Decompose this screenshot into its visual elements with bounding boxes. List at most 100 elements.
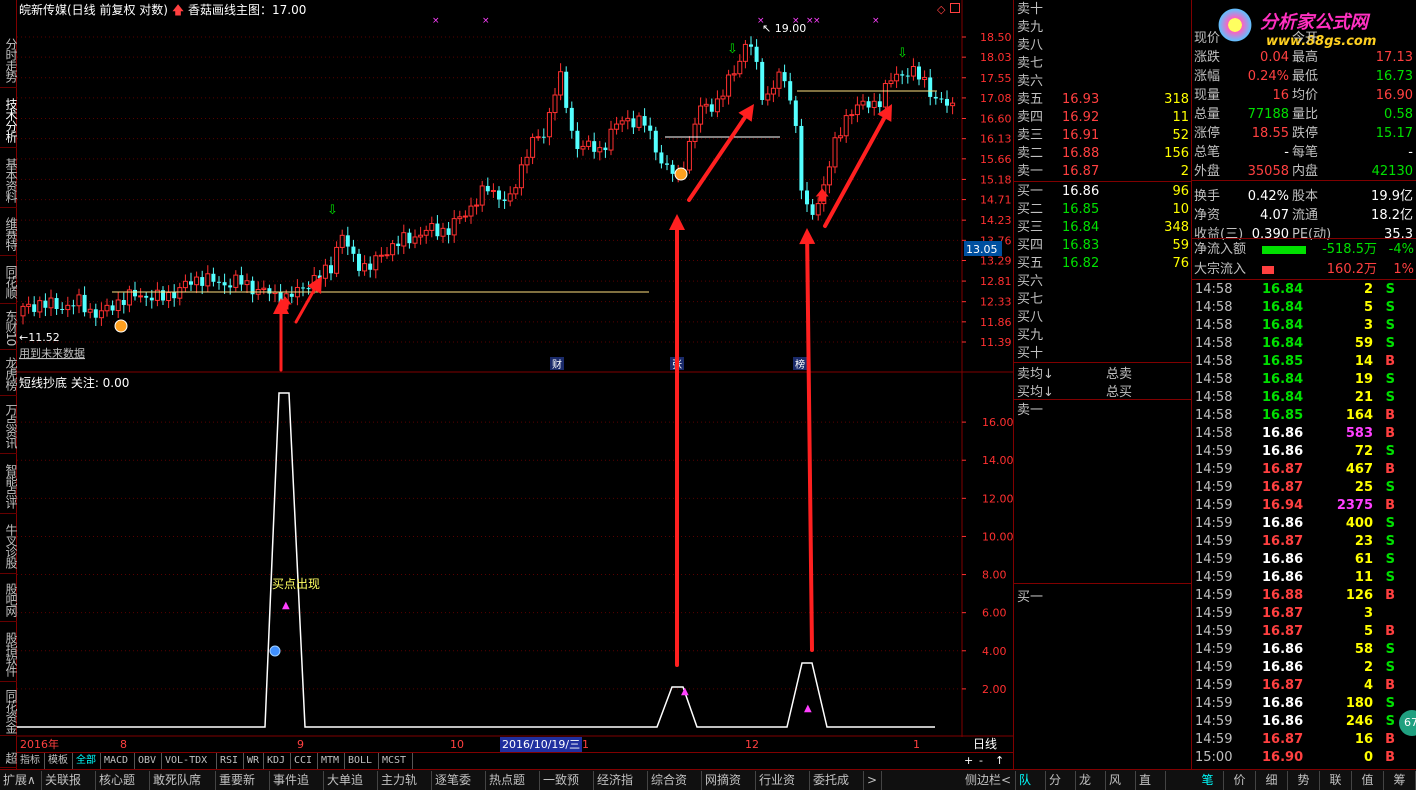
func-tab-7[interactable]: 主力轨迹	[378, 771, 432, 790]
tick-volume: 2	[1363, 282, 1373, 297]
left-tab-12[interactable]: 同花资金	[0, 686, 17, 736]
level-volume: 96	[1172, 184, 1189, 199]
tick-tab-0[interactable]: 笔	[1192, 771, 1224, 790]
func-tab-13[interactable]: 网摘资讯	[702, 771, 756, 790]
kline-chart[interactable]: 18.50 18.03 17.55 17.08 16.60 16.13 15.66 15.18…	[17, 0, 1013, 737]
indicator-tab-12[interactable]: MCST	[379, 753, 413, 769]
left-tab-6[interactable]: 龙虎榜	[0, 352, 17, 396]
left-tab-7[interactable]: 万点资讯	[0, 398, 17, 454]
level-price: 16.84	[1062, 220, 1100, 235]
func-tab-15[interactable]: 委托成交	[810, 771, 864, 790]
indicator-tab-3[interactable]: MACD	[101, 753, 135, 769]
tick-row: 14:58 16.85 164 B	[1192, 407, 1416, 425]
func-tab-11[interactable]: 经济指标	[594, 771, 648, 790]
candle-body	[810, 204, 815, 215]
candle-body	[866, 101, 871, 108]
left-tab-11[interactable]: 股指软件	[0, 626, 17, 682]
level-label: 买一	[1017, 184, 1044, 199]
quote-value: 19.9亿	[1371, 189, 1413, 204]
indicator-tab-5[interactable]: VOL-TDX	[162, 753, 217, 769]
func-tab-12[interactable]: 综合资讯	[648, 771, 702, 790]
quote-label: 换手	[1194, 189, 1221, 204]
candle-body	[261, 287, 267, 290]
tick-tab-4[interactable]: 联	[1320, 771, 1352, 790]
total-sell-label: 总卖	[1106, 367, 1133, 382]
candle-body	[871, 100, 877, 108]
left-tab-5[interactable]: 东财10	[0, 306, 17, 350]
func-tab-2[interactable]: 核心题材	[96, 771, 150, 790]
buy-level-row: 买九	[1014, 327, 1192, 345]
low-label: ←11.52	[19, 331, 60, 344]
indicator-tab-7[interactable]: WR	[244, 753, 264, 769]
tick-tab-1[interactable]: 价	[1224, 771, 1256, 790]
tick-tab-2[interactable]: 细	[1256, 771, 1288, 790]
left-tab-9[interactable]: 牛叉诊股	[0, 518, 17, 574]
left-tab-4[interactable]: 同花顺	[0, 260, 17, 304]
func-tab-9[interactable]: 热点题材	[486, 771, 540, 790]
zoom-out-button[interactable]: -	[979, 753, 983, 769]
tick-direction: B	[1385, 426, 1395, 441]
left-tab-1[interactable]: 技术分析	[0, 92, 17, 148]
sell-level-row: 卖二 16.88 156	[1014, 145, 1192, 163]
period-selector[interactable]: 日线	[973, 737, 997, 752]
indicator-tab-2[interactable]: 全部	[73, 753, 101, 769]
indicator-tab-8[interactable]: KDJ	[264, 753, 291, 769]
sub-axis-label: 12.00	[982, 492, 1013, 505]
level-volume: 52	[1172, 128, 1189, 143]
triangle-marker-icon: ▲	[681, 686, 689, 697]
buy-level-row: 买三 16.84 348	[1014, 219, 1192, 237]
left-tab-3[interactable]: 维赛特	[0, 212, 17, 256]
func-tab-4[interactable]: 重要新闻	[216, 771, 270, 790]
indicator-tab-1[interactable]: 模板	[45, 753, 73, 769]
left-tab-10[interactable]: 股吧网	[0, 578, 17, 622]
side-tab-0[interactable]: 侧边栏<	[962, 771, 1016, 790]
left-tab-2[interactable]: 基本资料	[0, 152, 17, 208]
tick-volume: 2	[1363, 660, 1373, 675]
indicator-tab-0[interactable]: 指标	[17, 753, 45, 769]
func-tab-0[interactable]: 扩展∧	[0, 771, 42, 790]
tick-time: 15:00	[1195, 750, 1233, 765]
tick-tab-6[interactable]: 筹	[1384, 771, 1416, 790]
side-tab-1[interactable]: 队列	[1016, 771, 1046, 790]
price-axis-label: 12.33	[980, 296, 1012, 309]
scroll-up-button[interactable]: ↑	[995, 753, 1004, 769]
indicator-tab-6[interactable]: RSI	[217, 753, 244, 769]
indicator-tab-11[interactable]: BOLL	[345, 753, 379, 769]
side-tab-3[interactable]: 龙虎	[1076, 771, 1106, 790]
tick-row: 15:00 16.90 0 B	[1192, 749, 1416, 767]
left-tab-0[interactable]: 分时走势	[0, 32, 17, 88]
indicator-tab-9[interactable]: CCI	[291, 753, 318, 769]
func-tab-10[interactable]: 一致预期	[540, 771, 594, 790]
func-tab-6[interactable]: 大单追踪	[324, 771, 378, 790]
func-tab-16[interactable]: >	[864, 771, 882, 790]
tick-tab-3[interactable]: 势	[1288, 771, 1320, 790]
time-axis-label: 9	[297, 738, 304, 751]
tick-time: 14:59	[1195, 552, 1233, 567]
zoom-in-button[interactable]: +	[964, 753, 973, 769]
level-label: 买五	[1017, 256, 1044, 271]
side-tab-4[interactable]: 风向	[1106, 771, 1136, 790]
tick-price: 16.84	[1262, 282, 1304, 297]
func-tab-1[interactable]: 关联报价	[42, 771, 96, 790]
side-tab-5[interactable]: 直播	[1136, 771, 1166, 790]
func-tab-8[interactable]: 逐笔委托	[432, 771, 486, 790]
side-tab-2[interactable]: 分布	[1046, 771, 1076, 790]
indicator-tab-4[interactable]: OBV	[135, 753, 162, 769]
candle-body	[737, 60, 743, 75]
blue-dot-marker-icon	[269, 645, 281, 657]
tick-volume: 400	[1345, 516, 1373, 531]
future-data-link[interactable]: 用到未来数据	[19, 346, 85, 360]
tick-volume: 467	[1345, 462, 1373, 477]
func-tab-3[interactable]: 敢死队席位	[150, 771, 216, 790]
candle-body	[71, 305, 76, 307]
left-tab-13[interactable]: 超	[0, 748, 17, 768]
tick-direction: S	[1385, 372, 1395, 387]
price-axis-label: 17.08	[980, 92, 1012, 105]
func-tab-14[interactable]: 行业资讯	[756, 771, 810, 790]
tick-tab-5[interactable]: 值	[1352, 771, 1384, 790]
quote-label: 每笔	[1292, 145, 1319, 160]
indicator-tab-10[interactable]: MTM	[318, 753, 345, 769]
func-tab-5[interactable]: 事件追踪	[270, 771, 324, 790]
annotation-arrow	[799, 228, 816, 652]
left-tab-8[interactable]: 智能点评	[0, 458, 17, 514]
